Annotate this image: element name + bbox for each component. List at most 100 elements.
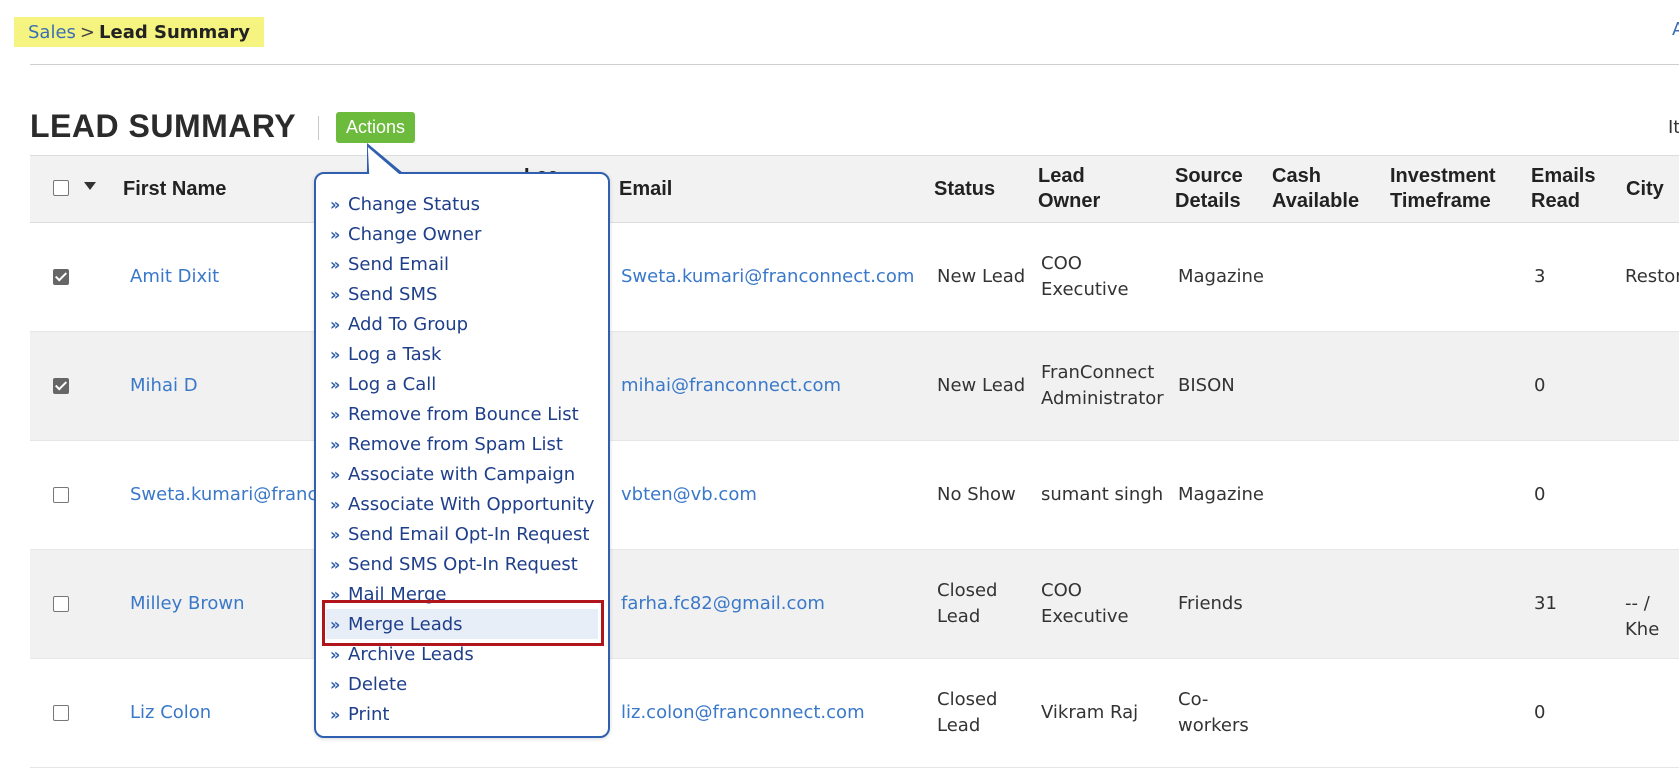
- menu-item-associate-opportunity[interactable]: » Associate With Opportunity: [326, 489, 598, 519]
- top-right-link[interactable]: A: [1672, 19, 1679, 40]
- chevron-right-icon: »: [330, 314, 341, 334]
- chevron-right-icon: »: [330, 254, 341, 274]
- owner-line1: COO: [1041, 253, 1082, 274]
- lead-name-link[interactable]: Sweta.kumari@franc: [130, 482, 317, 508]
- lead-status: New Lead: [937, 375, 1026, 396]
- select-menu-caret-icon[interactable]: [84, 182, 96, 190]
- col-cash-available[interactable]: Cash Available: [1272, 164, 1359, 214]
- lead-email-link[interactable]: mihai@franconnect.com: [621, 373, 841, 399]
- chevron-right-icon: »: [330, 464, 341, 484]
- col-status[interactable]: Status: [934, 177, 995, 202]
- col-emails-line2: Read: [1531, 190, 1580, 212]
- owner-line2: Administrator: [1041, 388, 1164, 409]
- chevron-right-icon: »: [330, 224, 341, 244]
- menu-item-label: Delete: [348, 673, 408, 695]
- owner-line1: COO: [1041, 580, 1082, 601]
- owner-line2: Executive: [1041, 279, 1129, 300]
- col-first-name[interactable]: First Name: [123, 177, 226, 202]
- menu-item-log-call[interactable]: » Log a Call: [326, 369, 598, 399]
- menu-item-label: Archive Leads: [348, 643, 474, 665]
- menu-item-log-task[interactable]: » Log a Task: [326, 339, 598, 369]
- actions-menu: » Change Status » Change Owner » Send Email…: [314, 172, 610, 738]
- lead-source: Friends: [1178, 593, 1243, 614]
- lead-status: Closed Lead: [937, 578, 997, 630]
- lead-status: Closed Lead: [937, 687, 997, 739]
- breadcrumb-sales-link[interactable]: Sales: [28, 22, 76, 43]
- menu-item-label: Change Status: [348, 193, 480, 215]
- menu-item-print[interactable]: » Print: [326, 699, 598, 729]
- row-checkbox[interactable]: [53, 378, 69, 394]
- select-all-checkbox[interactable]: [53, 180, 69, 196]
- menu-item-email-optin[interactable]: » Send Email Opt-In Request: [326, 519, 598, 549]
- source-line2: workers: [1178, 715, 1249, 736]
- chevron-right-icon: »: [330, 434, 341, 454]
- menu-item-label: Log a Task: [348, 343, 442, 365]
- menu-item-send-sms[interactable]: » Send SMS: [326, 279, 598, 309]
- row-checkbox[interactable]: [53, 269, 69, 285]
- col-cash-line2: Available: [1272, 190, 1360, 212]
- owner-line1: FranConnect: [1041, 362, 1155, 383]
- lead-emails-read: 0: [1534, 702, 1546, 723]
- menu-item-label: Associate with Campaign: [348, 463, 576, 485]
- lead-source: BISON: [1178, 375, 1235, 396]
- source-line1: Co-: [1178, 689, 1209, 710]
- col-investment-timeframe[interactable]: Investment Timeframe: [1390, 164, 1496, 214]
- col-source-line2: Details: [1175, 190, 1241, 212]
- row-checkbox[interactable]: [53, 705, 69, 721]
- col-city[interactable]: City: [1626, 177, 1664, 202]
- owner-line2: Executive: [1041, 606, 1129, 627]
- menu-item-change-status[interactable]: » Change Status: [326, 189, 598, 219]
- menu-item-label: Merge Leads: [348, 613, 463, 635]
- menu-item-change-owner[interactable]: » Change Owner: [326, 219, 598, 249]
- table-header: First Name Lea Email Status Lead Owner S…: [30, 155, 1679, 223]
- lead-email-link[interactable]: liz.colon@franconnect.com: [621, 700, 865, 726]
- col-source-details[interactable]: Source Details: [1175, 164, 1243, 214]
- lead-email-link[interactable]: Sweta.kumari@franconnect.com: [621, 264, 914, 290]
- lead-email-link[interactable]: vbten@vb.com: [621, 482, 757, 508]
- row-checkbox[interactable]: [53, 487, 69, 503]
- menu-item-archive-leads[interactable]: » Archive Leads: [326, 639, 598, 669]
- menu-item-delete[interactable]: » Delete: [326, 669, 598, 699]
- chevron-right-icon: »: [330, 524, 341, 544]
- breadcrumb-separator: >: [79, 21, 96, 43]
- menu-item-mail-merge[interactable]: » Mail Merge: [326, 579, 598, 609]
- menu-item-label: Send SMS: [348, 283, 438, 305]
- chevron-right-icon: »: [330, 494, 341, 514]
- menu-item-associate-campaign[interactable]: » Associate with Campaign: [326, 459, 598, 489]
- menu-item-label: Remove from Bounce List: [348, 403, 579, 425]
- col-emails-read[interactable]: Emails Read: [1531, 164, 1595, 214]
- table-row: Liz Colon liz.colon@franconnect.com Clos…: [30, 659, 1679, 768]
- menu-item-label: Send Email Opt-In Request: [348, 523, 590, 545]
- chevron-right-icon: »: [330, 644, 341, 664]
- menu-item-remove-bounce[interactable]: » Remove from Bounce List: [326, 399, 598, 429]
- lead-owner: COO Executive: [1041, 578, 1129, 630]
- actions-button[interactable]: Actions: [336, 112, 416, 143]
- menu-item-label: Send Email: [348, 253, 449, 275]
- lead-name-link[interactable]: Liz Colon: [130, 700, 211, 726]
- lead-name-link[interactable]: Milley Brown: [130, 591, 244, 617]
- col-email[interactable]: Email: [619, 177, 672, 202]
- menu-item-label: Associate With Opportunity: [348, 493, 595, 515]
- menu-item-sms-optin[interactable]: » Send SMS Opt-In Request: [326, 549, 598, 579]
- lead-owner: sumant singh: [1041, 484, 1164, 505]
- menu-item-merge-leads[interactable]: » Merge Leads: [326, 609, 598, 639]
- menu-item-add-to-group[interactable]: » Add To Group: [326, 309, 598, 339]
- lead-name-link[interactable]: Mihai D: [130, 373, 198, 399]
- col-lead-owner-line1: Lead: [1038, 165, 1085, 187]
- chevron-right-icon: »: [330, 614, 341, 634]
- col-lead-owner[interactable]: Lead Owner: [1038, 164, 1100, 214]
- status-line2: Lead: [937, 715, 981, 736]
- menu-item-label: Log a Call: [348, 373, 437, 395]
- menu-item-remove-spam[interactable]: » Remove from Spam List: [326, 429, 598, 459]
- col-invest-line1: Investment: [1390, 165, 1496, 187]
- menu-item-label: Mail Merge: [348, 583, 447, 605]
- lead-name-link[interactable]: Amit Dixit: [130, 264, 219, 290]
- menu-item-send-email[interactable]: » Send Email: [326, 249, 598, 279]
- col-lead-owner-line2: Owner: [1038, 190, 1101, 212]
- lead-source: Magazine: [1178, 484, 1264, 505]
- lead-email-link[interactable]: farha.fc82@gmail.com: [621, 591, 825, 617]
- row-checkbox[interactable]: [53, 596, 69, 612]
- status-line1: Closed: [937, 689, 998, 710]
- lead-emails-read: 0: [1534, 484, 1546, 505]
- menu-item-label: Remove from Spam List: [348, 433, 563, 455]
